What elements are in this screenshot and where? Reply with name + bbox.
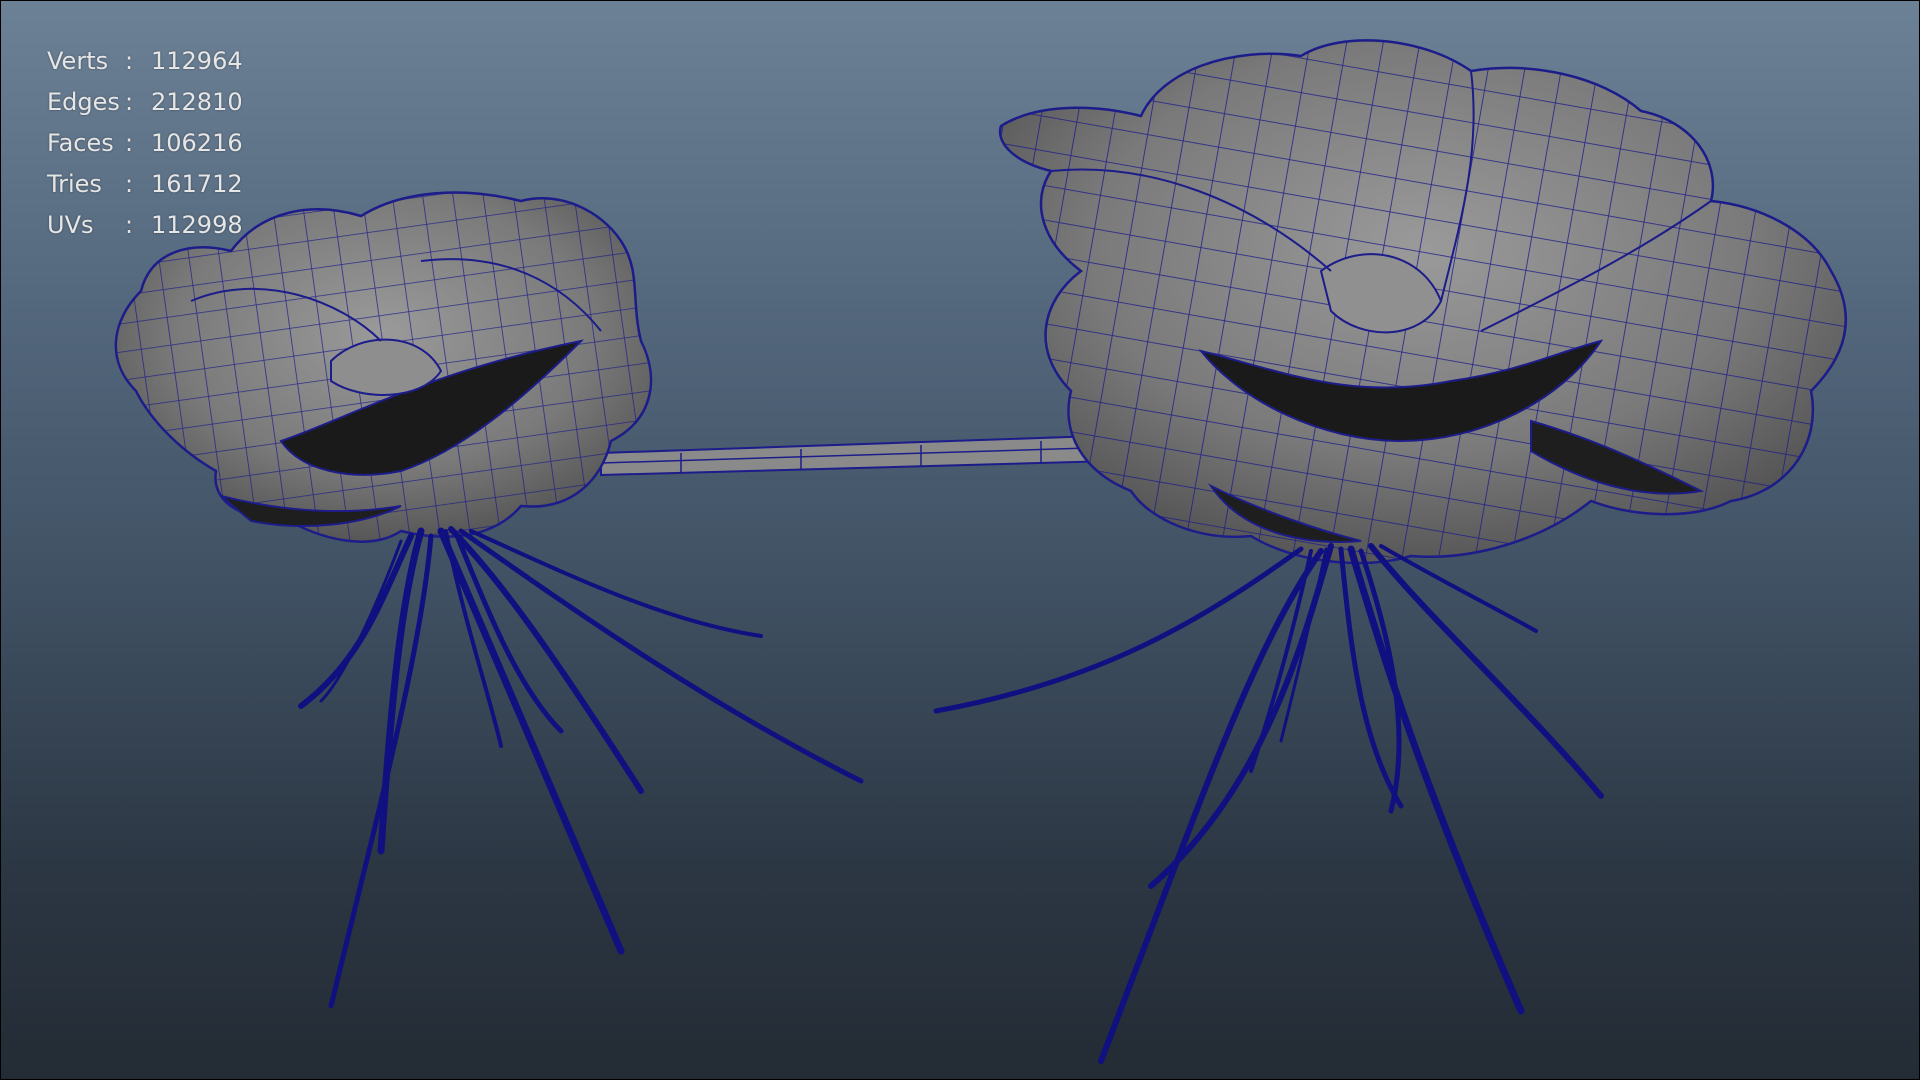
hud-label: Verts [47, 47, 109, 75]
hud-label: Edges [47, 88, 120, 116]
right-roots[interactable] [933, 543, 1604, 1064]
hud-colon: : [125, 170, 134, 198]
3d-viewport[interactable]: Verts : 112964 Edges : 212810 Faces : 10… [0, 0, 1920, 1080]
right-flower-mesh[interactable] [998, 39, 1847, 565]
hud-row-tries: Tries : 161712 [47, 164, 277, 205]
hud-colon: : [125, 47, 134, 75]
scene-canvas[interactable] [1, 1, 1919, 1079]
hud-value: 212810 [151, 88, 243, 116]
poly-count-hud: Verts : 112964 Edges : 212810 Faces : 10… [47, 41, 277, 246]
left-roots[interactable] [298, 526, 864, 1009]
hud-label: Tries [47, 170, 102, 198]
hud-row-faces: Faces : 106216 [47, 123, 277, 164]
hud-value: 106216 [151, 129, 243, 157]
hud-colon: : [125, 211, 134, 239]
hud-row-edges: Edges : 212810 [47, 82, 277, 123]
hud-label: UVs [47, 211, 94, 239]
hud-value: 112998 [151, 211, 243, 239]
hud-colon: : [125, 88, 134, 116]
hud-colon: : [125, 129, 134, 157]
hud-value: 161712 [151, 170, 243, 198]
hud-row-verts: Verts : 112964 [47, 41, 277, 82]
hud-value: 112964 [151, 47, 243, 75]
hud-row-uvs: UVs : 112998 [47, 205, 277, 246]
hud-label: Faces [47, 129, 114, 157]
